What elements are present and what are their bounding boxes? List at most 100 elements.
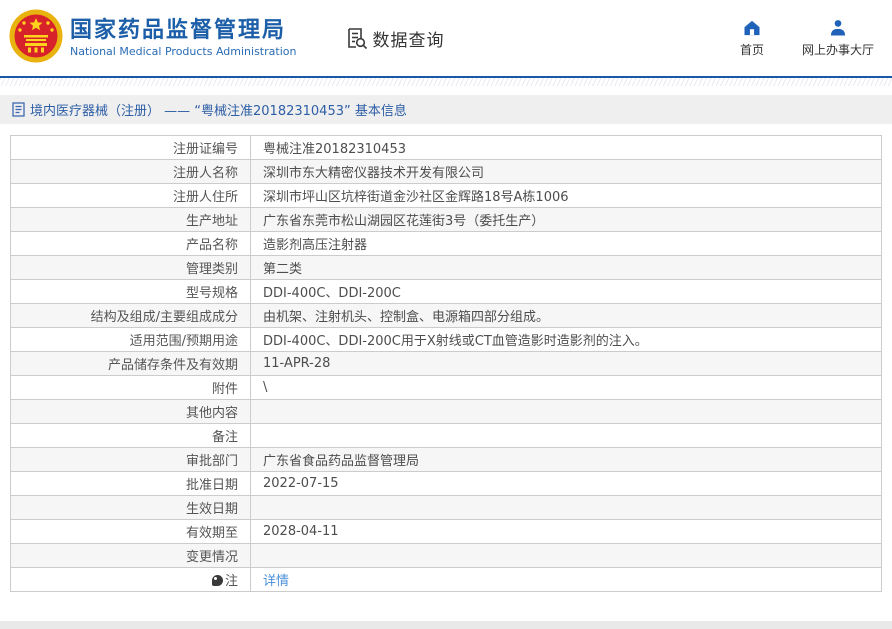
row-value: 2022-07-15 [263, 476, 339, 491]
row-value-cell: 2028-04-11 [250, 519, 882, 544]
org-name-zh: 国家药品监督管理局 [70, 17, 287, 43]
row-value-cell: DDI-400C、DDI-200C用于X射线或CT血管造影时造影剂的注入。 [250, 327, 882, 352]
table-row: 产品名称 造影剂高压注射器 [10, 231, 882, 256]
row-label: 其他内容 [185, 406, 238, 421]
row-value-cell: 深圳市坪山区坑梓街道金沙社区金辉路18号A栋1006 [250, 183, 882, 208]
row-label: 产品名称 [185, 238, 238, 253]
nav-data-query[interactable]: 数据查询 [344, 26, 444, 51]
info-table-body: 注册证编号 粤械注准20182310453 注册人名称 深圳市东大精密仪器技术开… [10, 135, 882, 592]
table-row: 适用范围/预期用途 DDI-400C、DDI-200C用于X射线或CT血管造影时… [10, 327, 882, 352]
table-row: 备注 [10, 423, 882, 448]
nav-service-hall-label: 网上办事大厅 [801, 43, 874, 57]
footer-strip [0, 621, 892, 629]
document-search-icon [348, 28, 368, 50]
row-label-cell: 适用范围/预期用途 [10, 327, 251, 352]
row-value: 广东省食品药品监督管理局 [263, 454, 420, 469]
row-value-cell: 11-APR-28 [250, 351, 882, 376]
row-value: 11-APR-28 [263, 356, 331, 371]
row-label-cell: 注册证编号 [10, 135, 251, 160]
row-label-cell: 管理类别 [10, 255, 251, 280]
row-value-cell: 详情 [250, 567, 882, 592]
org-name-en: National Medical Products Administration [70, 44, 297, 58]
table-row: 有效期至 2028-04-11 [10, 519, 882, 544]
row-label: 适用范围/预期用途 [129, 334, 238, 349]
details-link[interactable]: 详情 [263, 574, 289, 589]
row-value-cell [250, 399, 882, 424]
row-label: 有效期至 [185, 526, 238, 541]
row-value: 粤械注准20182310453 [263, 142, 406, 157]
row-value-cell: 深圳市东大精密仪器技术开发有限公司 [250, 159, 882, 184]
row-label: 审批部门 [185, 454, 238, 469]
row-value: DDI-400C、DDI-200C用于X射线或CT血管造影时造影剂的注入。 [263, 334, 648, 349]
row-label: 结构及组成/主要组成成分 [90, 310, 238, 325]
row-label: 备注 [211, 430, 238, 445]
row-label: 注册人住所 [172, 190, 238, 205]
row-value: \ [263, 380, 268, 395]
row-label-cell: 生产地址 [10, 207, 251, 232]
nav-home-label: 首页 [739, 43, 764, 57]
document-icon [12, 102, 25, 117]
row-value-cell: 造影剂高压注射器 [250, 231, 882, 256]
row-value-cell: 由机架、注射机头、控制盒、电源箱四部分组成。 [250, 303, 882, 328]
row-label: 生产地址 [185, 214, 238, 229]
row-value: 深圳市坪山区坑梓街道金沙社区金辉路18号A栋1006 [263, 190, 569, 205]
row-value: 第二类 [263, 262, 303, 277]
row-label-cell: 附件 [10, 375, 251, 400]
row-label-cell: 变更情况 [10, 543, 251, 568]
row-label-cell: 产品名称 [10, 231, 251, 256]
row-value: 深圳市东大精密仪器技术开发有限公司 [263, 166, 485, 181]
row-value-cell [250, 423, 882, 448]
row-label: 变更情况 [185, 550, 238, 565]
row-value: DDI-400C、DDI-200C [263, 286, 401, 301]
row-value: 2028-04-11 [263, 524, 339, 539]
striped-band [0, 78, 892, 86]
row-label-cell: 备注 [10, 423, 251, 448]
home-icon [744, 20, 760, 36]
row-label-cell: 结构及组成/主要组成成分 [10, 303, 251, 328]
header-nav-right: 首页 网上办事大厅 [740, 18, 878, 58]
row-value: 造影剂高压注射器 [263, 238, 368, 253]
org-title-block: 国家药品监督管理局 National Medical Products Admi… [70, 18, 296, 59]
table-row: 结构及组成/主要组成成分 由机架、注射机头、控制盒、电源箱四部分组成。 [10, 303, 882, 328]
row-value: 由机架、注射机头、控制盒、电源箱四部分组成。 [263, 310, 550, 325]
row-label-cell: 注册人名称 [10, 159, 251, 184]
row-label: 附件 [211, 382, 238, 397]
row-label-cell: 审批部门 [10, 447, 251, 472]
row-label: 注册人名称 [172, 166, 238, 181]
page-title: 境内医疗器械（注册） —— “粤械注准20182310453” 基本信息 [30, 104, 407, 119]
registration-info-table: 注册证编号 粤械注准20182310453 注册人名称 深圳市东大精密仪器技术开… [10, 135, 882, 592]
row-label: 批准日期 [185, 478, 238, 493]
row-label-cell: 注册人住所 [10, 183, 251, 208]
table-row: 注 详情 [10, 567, 882, 592]
row-label: 管理类别 [185, 262, 238, 277]
row-value: 广东省东莞市松山湖园区花莲街3号（委托生产） [263, 214, 545, 229]
table-row: 审批部门 广东省食品药品监督管理局 [10, 447, 882, 472]
row-label-cell: 注 [10, 567, 251, 592]
row-value-cell [250, 543, 882, 568]
registration-info-table-wrap: 注册证编号 粤械注准20182310453 注册人名称 深圳市东大精密仪器技术开… [10, 135, 882, 592]
table-row: 变更情况 [10, 543, 882, 568]
table-row: 生效日期 [10, 495, 882, 520]
nav-service-hall[interactable]: 网上办事大厅 [802, 18, 874, 58]
person-icon [830, 20, 846, 36]
row-value-cell: 广东省食品药品监督管理局 [250, 447, 882, 472]
table-row: 批准日期 2022-07-15 [10, 471, 882, 496]
nav-home[interactable]: 首页 [740, 18, 764, 58]
row-value-cell [250, 495, 882, 520]
row-label-cell: 其他内容 [10, 399, 251, 424]
table-row: 管理类别 第二类 [10, 255, 882, 280]
row-value-cell: 粤械注准20182310453 [250, 135, 882, 160]
table-row: 生产地址 广东省东莞市松山湖园区花莲街3号（委托生产） [10, 207, 882, 232]
national-emblem-logo [9, 9, 63, 63]
row-value-cell: \ [250, 375, 882, 400]
nav-data-query-label: 数据查询 [372, 30, 445, 51]
note-pin-icon [211, 575, 223, 586]
site-header: 国家药品监督管理局 National Medical Products Admi… [0, 0, 892, 76]
page-title-bar: 境内医疗器械（注册） —— “粤械注准20182310453” 基本信息 [0, 95, 892, 124]
table-row: 产品储存条件及有效期 11-APR-28 [10, 351, 882, 376]
table-row: 型号规格 DDI-400C、DDI-200C [10, 279, 882, 304]
row-label-cell: 型号规格 [10, 279, 251, 304]
row-value-cell: 2022-07-15 [250, 471, 882, 496]
row-label: 注 [224, 574, 238, 589]
row-value-cell: 第二类 [250, 255, 882, 280]
